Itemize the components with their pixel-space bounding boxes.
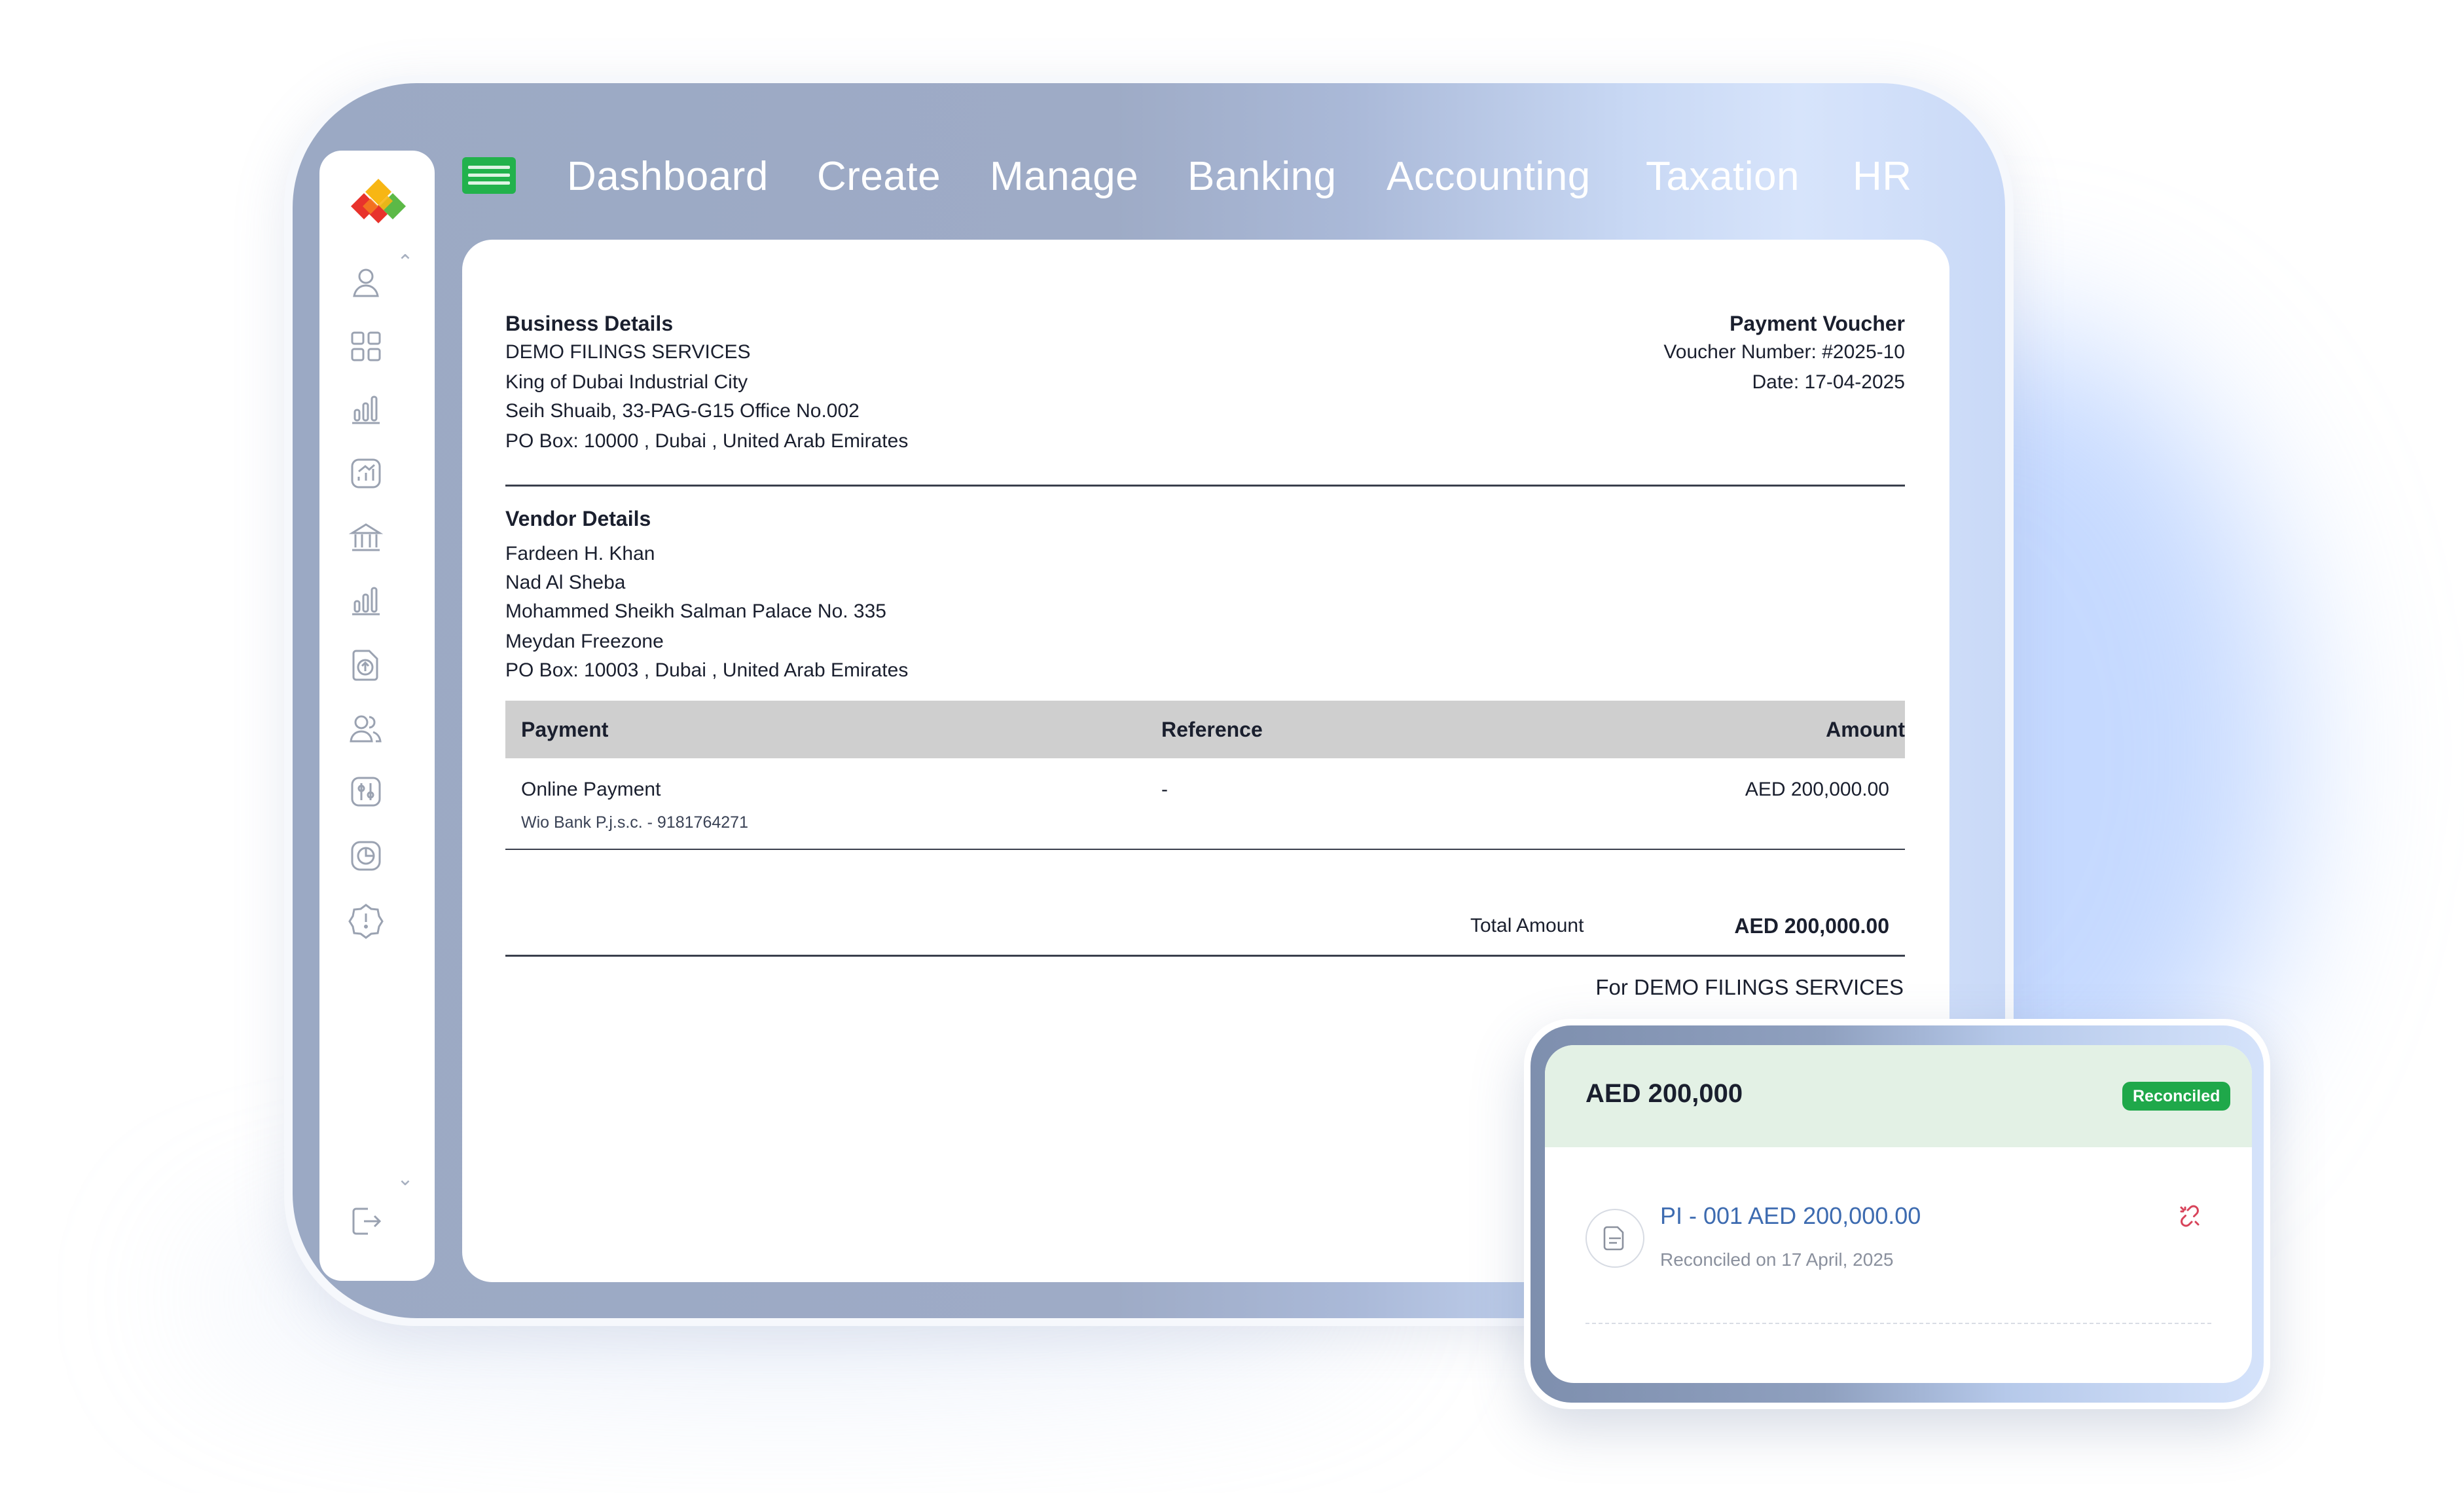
business-name: DEMO FILINGS SERVICES: [505, 341, 751, 363]
voucher-date: Date: 17-04-2025: [1752, 371, 1906, 393]
menu-icon[interactable]: [462, 157, 516, 194]
nav-banking[interactable]: Banking: [1187, 151, 1337, 203]
nav-hr[interactable]: HR: [1853, 151, 1912, 203]
nav-manage[interactable]: Manage: [990, 151, 1138, 203]
reconciled-amount: AED 200,000: [1585, 1079, 1743, 1108]
scroll-up-icon[interactable]: ⌃: [395, 253, 415, 272]
invoice-link[interactable]: PI - 001 AED 200,000.00: [1660, 1202, 1921, 1230]
payment-method: Online Payment: [521, 779, 661, 800]
total-amount-value: AED 200,000.00: [1734, 914, 1889, 938]
bar-chart-icon[interactable]: [347, 390, 385, 428]
analytics-icon[interactable]: [347, 454, 385, 492]
vendor-address-line: Nad Al Sheba: [505, 572, 626, 593]
user-icon[interactable]: [347, 263, 385, 301]
nav-taxation[interactable]: Taxation: [1646, 151, 1800, 203]
nav-create[interactable]: Create: [817, 151, 941, 203]
pie-chart-icon[interactable]: [347, 837, 385, 875]
bar-chart-icon[interactable]: [347, 581, 385, 619]
divider: [505, 485, 1905, 487]
business-address-line: King of Dubai Industrial City: [505, 371, 748, 393]
business-address-line: Seih Shuaib, 33-PAG-G15 Office No.002: [505, 400, 860, 422]
alert-icon[interactable]: [347, 901, 385, 939]
business-details-heading: Business Details: [505, 312, 674, 335]
payment-reference: -: [1161, 779, 1168, 800]
divider: [505, 849, 1905, 850]
nav-dashboard[interactable]: Dashboard: [567, 151, 769, 203]
column-header-reference: Reference: [1161, 718, 1263, 741]
divider: [1585, 1323, 2211, 1324]
business-address-line: PO Box: 10000 , Dubai , United Arab Emir…: [505, 430, 909, 452]
divider: [505, 955, 1905, 957]
unlink-icon[interactable]: [2176, 1202, 2203, 1230]
bank-icon[interactable]: [347, 519, 385, 557]
voucher-title: Payment Voucher: [1730, 312, 1905, 335]
upload-icon[interactable]: [347, 646, 385, 684]
settings-icon[interactable]: [347, 773, 385, 811]
document-icon: [1585, 1209, 1644, 1268]
vendor-address-line: Meydan Freezone: [505, 631, 664, 652]
users-icon[interactable]: [347, 710, 385, 748]
reconciliation-card: AED 200,000 Reconciled PI - 001 AED 200,…: [1545, 1045, 2252, 1383]
logout-icon[interactable]: [347, 1202, 385, 1240]
vendor-name: Fardeen H. Khan: [505, 543, 655, 564]
payment-amount: AED 200,000.00: [1745, 779, 1889, 800]
vendor-address-line: Mohammed Sheikh Salman Palace No. 335: [505, 600, 886, 622]
scroll-down-icon[interactable]: ⌄: [395, 1170, 415, 1189]
voucher-number: Voucher Number: #2025-10: [1663, 341, 1905, 363]
status-badge: Reconciled: [2122, 1082, 2231, 1111]
reconciliation-header: AED 200,000 Reconciled: [1545, 1045, 2252, 1147]
total-amount-label: Total Amount: [1470, 915, 1584, 936]
nav-accounting[interactable]: Accounting: [1386, 151, 1591, 203]
vendor-address-line: PO Box: 10003 , Dubai , United Arab Emir…: [505, 659, 909, 681]
grid-icon[interactable]: [347, 327, 385, 365]
bank-account: Wio Bank P.j.s.c. - 9181764271: [521, 813, 748, 832]
signature-line: For DEMO FILINGS SERVICES: [1595, 975, 1904, 999]
app-logo: [351, 179, 406, 223]
column-header-payment: Payment: [521, 718, 609, 741]
vendor-details-heading: Vendor Details: [505, 507, 651, 530]
column-header-amount: Amount: [1826, 718, 1905, 741]
reconciled-date: Reconciled on 17 April, 2025: [1660, 1249, 1894, 1270]
